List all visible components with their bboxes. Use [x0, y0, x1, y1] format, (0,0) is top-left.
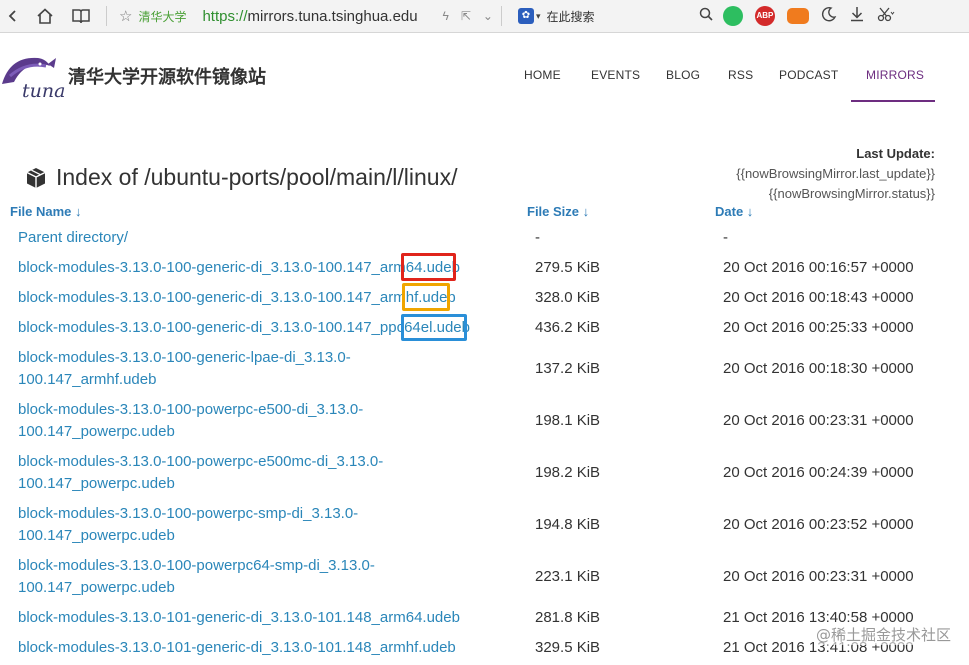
back-icon[interactable] — [2, 5, 24, 27]
nav-rss[interactable]: RSS — [728, 68, 753, 82]
toolbar-divider — [500, 6, 502, 26]
toolbar-divider — [106, 6, 107, 26]
gamepad-icon[interactable] — [786, 8, 809, 24]
logo-wordmark: tuna — [22, 80, 66, 102]
index-title: Index of /ubuntu-ports/pool/main/l/linux… — [56, 164, 458, 190]
extension-bar: ABP — [722, 6, 895, 27]
file-link[interactable]: block-modules-3.13.0-100-powerpc-e500-di… — [18, 399, 403, 443]
nav-events[interactable]: EVENTS — [591, 68, 640, 82]
magnifier-icon[interactable] — [699, 7, 713, 26]
highlight-box-arm64 — [401, 253, 456, 281]
file-link[interactable]: Parent directory/ — [18, 227, 518, 249]
last-update-label: Last Update: — [856, 146, 935, 161]
browser-toolbar: ☆ 清华大学 https://mirrors.tuna.tsinghua.edu… — [0, 0, 969, 33]
file-link[interactable]: block-modules-3.13.0-100-generic-lpae-di… — [18, 347, 388, 391]
file-size: 436.2 KiB — [535, 319, 601, 336]
site-title[interactable]: 清华大学开源软件镜像站 — [68, 63, 266, 89]
file-date: - — [723, 229, 728, 246]
file-link[interactable]: block-modules-3.13.0-100-powerpc-e500mc-… — [18, 451, 423, 495]
home-icon[interactable] — [34, 5, 56, 27]
file-size: - — [535, 229, 540, 246]
share-icon[interactable]: ⇱ — [461, 9, 471, 23]
download-icon[interactable] — [849, 6, 865, 27]
header-date[interactable]: Date ↓ — [715, 204, 753, 219]
site-badge: 清华大学 — [138, 9, 187, 24]
file-size: 137.2 KiB — [535, 360, 601, 377]
search-placeholder: 在此搜索 — [546, 9, 595, 24]
file-size: 329.5 KiB — [535, 639, 601, 656]
last-update-panel: Last Update: {{nowBrowsingMirror.last_up… — [736, 144, 935, 204]
reader-icon[interactable] — [70, 5, 92, 27]
adblock-icon[interactable]: ABP — [754, 6, 775, 26]
evernote-icon[interactable] — [722, 6, 743, 26]
page-title: Index of /ubuntu-ports/pool/main/l/linux… — [24, 164, 457, 191]
file-size: 328.0 KiB — [535, 289, 601, 306]
file-date: 20 Oct 2016 00:23:52 +0000 — [723, 516, 914, 533]
file-link[interactable]: block-modules-3.13.0-101-generic-di_3.13… — [18, 637, 518, 659]
dropdown-chevron-icon[interactable]: ⌄ — [483, 9, 493, 23]
night-mode-icon[interactable] — [821, 6, 837, 27]
nav-podcast[interactable]: PODCAST — [779, 68, 838, 82]
package-icon — [26, 167, 46, 188]
url-text[interactable]: https://mirrors.tuna.tsinghua.edu — [202, 8, 428, 25]
engine-dropdown-icon[interactable]: ▾ — [536, 11, 541, 22]
file-size: 279.5 KiB — [535, 259, 601, 276]
mirror-status-value: {{nowBrowsingMirror.status}} — [768, 186, 935, 201]
nav-home[interactable]: HOME — [524, 68, 561, 82]
scissors-icon[interactable] — [877, 6, 895, 27]
active-nav-indicator — [851, 100, 935, 102]
highlight-box-armhf — [402, 283, 450, 311]
header-file-size[interactable]: File Size ↓ — [527, 204, 589, 219]
nav-blog[interactable]: BLOG — [666, 68, 700, 82]
file-size: 281.8 KiB — [535, 609, 601, 626]
last-update-value: {{nowBrowsingMirror.last_update}} — [736, 166, 935, 181]
file-size: 198.2 KiB — [535, 464, 601, 481]
bookmark-star-icon[interactable]: ☆ — [119, 7, 132, 25]
header-file-name[interactable]: File Name ↓ — [10, 204, 82, 219]
file-date: 20 Oct 2016 00:23:31 +0000 — [723, 412, 914, 429]
highlight-box-ppc64el — [401, 314, 467, 341]
tuna-logo[interactable]: tuna — [0, 52, 66, 102]
address-bar[interactable]: ☆ 清华大学 https://mirrors.tuna.tsinghua.edu… — [113, 3, 499, 29]
file-size: 223.1 KiB — [535, 568, 601, 585]
file-link[interactable]: block-modules-3.13.0-101-generic-di_3.13… — [18, 607, 518, 629]
url-protocol: https:// — [202, 7, 248, 25]
file-size: 194.8 KiB — [535, 516, 601, 533]
search-box[interactable]: ✿ ▾ 在此搜索 — [517, 3, 713, 29]
file-date: 20 Oct 2016 00:25:33 +0000 — [723, 319, 914, 336]
file-link[interactable]: block-modules-3.13.0-100-powerpc-smp-di_… — [18, 503, 398, 547]
file-date: 20 Oct 2016 00:16:57 +0000 — [723, 259, 914, 276]
file-size: 198.1 KiB — [535, 412, 601, 429]
file-date: 20 Oct 2016 00:23:31 +0000 — [723, 568, 914, 585]
file-link[interactable]: block-modules-3.13.0-100-powerpc64-smp-d… — [18, 555, 413, 599]
file-date: 20 Oct 2016 00:18:30 +0000 — [723, 360, 914, 377]
watermark: @稀土掘金技术社区 — [815, 624, 951, 645]
nav-mirrors[interactable]: MIRRORS — [866, 68, 924, 82]
lightning-icon[interactable]: ϟ — [442, 9, 448, 23]
url-host: mirrors.tuna.tsinghua.edu — [247, 7, 418, 25]
baidu-paw-icon[interactable]: ✿ — [517, 8, 534, 24]
file-date: 20 Oct 2016 00:18:43 +0000 — [723, 289, 914, 306]
site-header: tuna 清华大学开源软件镜像站 HOME EVENTS BLOG RSS PO… — [0, 34, 969, 114]
file-date: 20 Oct 2016 00:24:39 +0000 — [723, 464, 914, 481]
